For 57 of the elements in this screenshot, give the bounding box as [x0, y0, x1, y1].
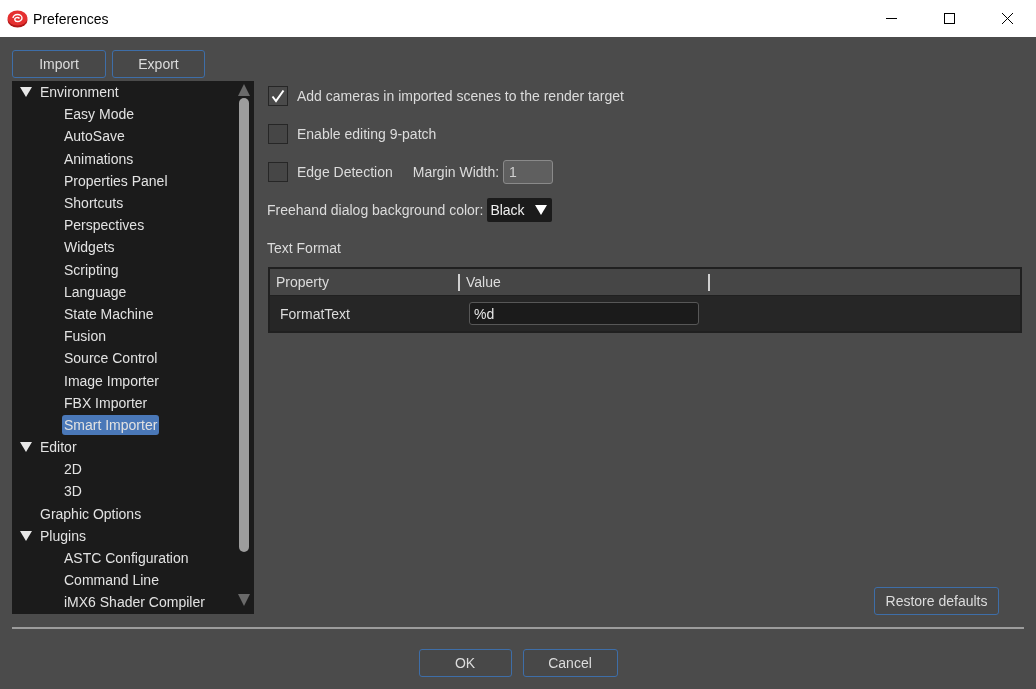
margin-width-field[interactable]: 1 [503, 160, 554, 184]
tree-item[interactable]: Properties Panel [62, 170, 170, 191]
tree-item[interactable]: Perspectives [62, 215, 147, 236]
color-dropdown[interactable]: Black [487, 198, 553, 222]
tree-item[interactable]: Plugins [38, 525, 88, 546]
app-logo-icon [7, 9, 28, 28]
tree-item[interactable]: iMX6 Shader Compiler [62, 592, 207, 613]
tree-item[interactable]: Animations [62, 148, 136, 169]
scroll-down-icon[interactable] [238, 594, 250, 606]
maximize-icon [943, 13, 955, 24]
tree-item[interactable]: Shortcuts [62, 193, 126, 214]
tree-item[interactable]: Widgets [62, 237, 117, 258]
close-icon [1001, 13, 1013, 24]
caret-down-icon[interactable] [20, 87, 32, 98]
tree-item[interactable]: Image Importer [62, 370, 161, 391]
checkmark-icon [271, 89, 285, 103]
tree-item[interactable]: Command Line [62, 570, 161, 591]
checkbox[interactable] [268, 124, 288, 144]
table-cell-text: FormatText [279, 305, 351, 322]
tree-item[interactable]: Source Control [62, 348, 160, 369]
tree-item[interactable]: State Machine [62, 303, 156, 324]
tree-item[interactable]: Language [62, 281, 129, 302]
restore-defaults-button[interactable]: Restore defaults [874, 587, 999, 615]
minimize-icon [885, 18, 897, 19]
tree-item[interactable]: FBX Importer [62, 392, 150, 413]
caret-down-icon [535, 205, 548, 215]
tree-item[interactable]: ASTC Configuration [62, 548, 191, 569]
checkbox-label: Enable editing 9-patch [297, 126, 437, 142]
tree-item[interactable]: 3D [62, 481, 84, 502]
caret-down-icon[interactable] [20, 442, 32, 453]
value-input-field[interactable]: %d [469, 302, 699, 325]
tree-item[interactable]: Fusion [62, 326, 109, 347]
column-header[interactable]: Value [460, 274, 708, 290]
scroll-up-icon[interactable] [238, 84, 250, 96]
cancel-button[interactable]: Cancel [522, 649, 618, 677]
checkbox-label: Add cameras in imported scenes to the render target [297, 88, 624, 104]
tree-item[interactable]: Easy Mode [62, 104, 137, 125]
tree-item[interactable]: AutoSave [62, 126, 127, 147]
checkbox[interactable] [268, 86, 288, 106]
caret-down-icon[interactable] [20, 530, 32, 541]
checkbox[interactable] [268, 162, 288, 182]
field-label: Margin Width: [412, 164, 500, 180]
checkbox-label: Edge Detection [297, 164, 393, 180]
column-header[interactable]: Property [270, 274, 458, 290]
section-title: Text Format [267, 240, 341, 256]
import-button[interactable]: Import [12, 50, 106, 78]
tree-item[interactable]: Graphic Options [38, 503, 144, 524]
ok-button[interactable]: OK [418, 649, 512, 677]
tree-item[interactable]: Environment [38, 82, 121, 103]
dropdown-label: Freehand dialog background color: [267, 202, 484, 218]
tree-item[interactable]: Scripting [62, 259, 121, 280]
tree-item[interactable]: Editor [38, 437, 79, 458]
tree-item[interactable]: Smart Importer [62, 414, 160, 435]
scrollbar-thumb[interactable] [239, 98, 249, 552]
tree-item[interactable]: 2D [62, 459, 84, 480]
window-title: Preferences [33, 10, 109, 27]
export-button[interactable]: Export [112, 50, 205, 78]
